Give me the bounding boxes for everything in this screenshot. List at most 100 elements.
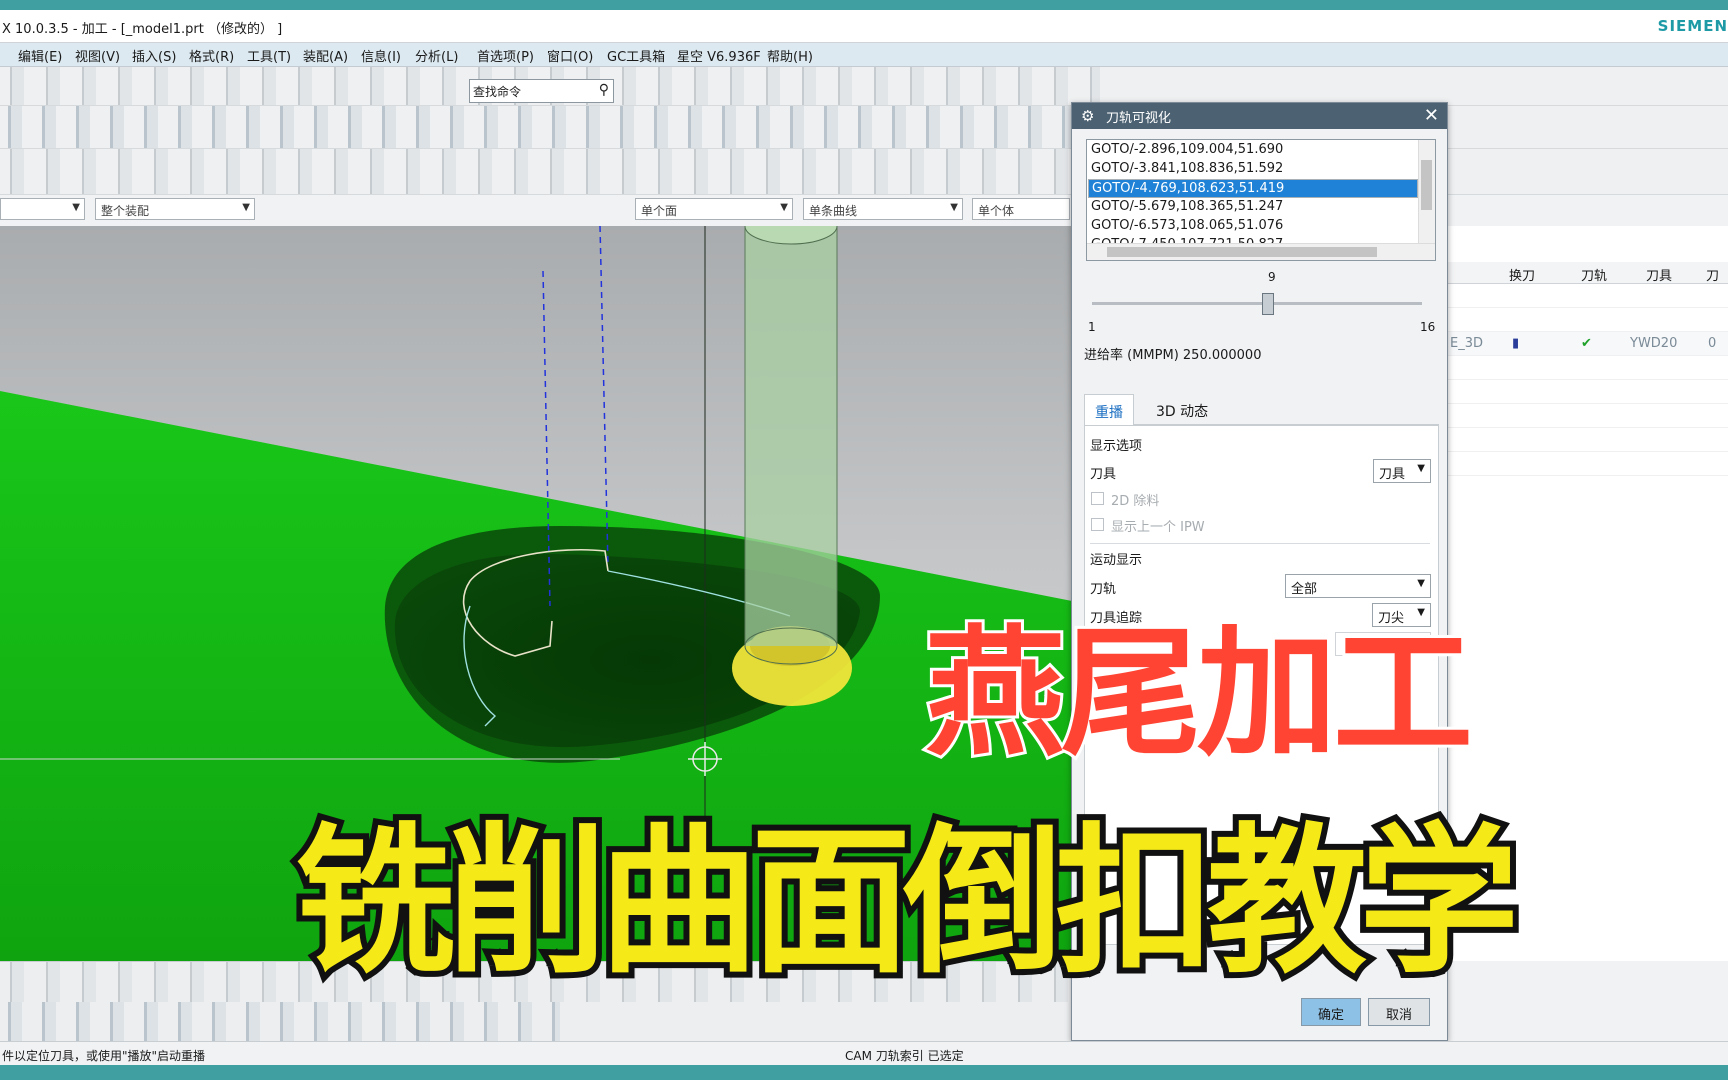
col-extra[interactable]: 刀 [1706, 265, 1719, 284]
table-row[interactable]: E_3D ▮ ✔ YWD20 0 [1448, 332, 1728, 356]
tool-display-dropdown[interactable]: 刀具 ▼ [1373, 459, 1431, 483]
status-message: CAM 刀轨索引 已选定 [845, 1049, 964, 1063]
menu-insert[interactable]: 插入(S) [132, 46, 176, 65]
operation-name: E_3D [1450, 336, 1483, 351]
toolbar-icons-row-3[interactable] [0, 149, 1100, 194]
tool-name: YWD20 [1630, 336, 1678, 351]
horizontal-scrollbar[interactable] [1087, 243, 1435, 260]
scroll-thumb[interactable] [1107, 247, 1377, 257]
toolbar-icons-row-5[interactable] [0, 1002, 560, 1042]
table-row[interactable] [1448, 380, 1728, 404]
2d-material-removal-checkbox[interactable] [1091, 492, 1104, 505]
chevron-down-icon: ▼ [1417, 463, 1425, 474]
overlay-title-yellow: 铣削曲面倒扣教学 [289, 808, 1525, 995]
tool-change-icon: ▮ [1512, 336, 1520, 351]
playback-slider[interactable] [1092, 293, 1422, 315]
dialog-title: 刀轨可视化 [1106, 111, 1172, 126]
close-icon[interactable]: ✕ [1424, 105, 1439, 126]
window-title: X 10.0.3.5 - 加工 - [_model1.prt （修改的） ] [2, 22, 283, 37]
dialog-tabs: 重播 3D 动态 [1084, 391, 1439, 425]
nx-cam-window: X 10.0.3.5 - 加工 - [_model1.prt （修改的） ] S… [0, 0, 1728, 1080]
command-finder-input[interactable]: 查找命令 ⚲ [469, 79, 614, 103]
menu-window[interactable]: 窗口(O) [547, 46, 593, 65]
menu-bar: 编辑(E) 视图(V) 插入(S) 格式(R) 工具(T) 装配(A) 信息(I… [0, 43, 1728, 67]
slider-min-label: 1 [1088, 320, 1096, 334]
type-filter-dropdown[interactable]: ▼ [0, 198, 85, 220]
selection-bar: ▼ 整个装配 ▼ 单个面 ▼ 单条曲线 ▼ 单个体 [0, 195, 1070, 223]
slider-thumb[interactable] [1261, 293, 1274, 315]
list-item[interactable]: GOTO/-7.450,107.721,50.827 [1088, 236, 1418, 243]
menu-analysis[interactable]: 分析(L) [415, 46, 458, 65]
list-item[interactable]: GOTO/-3.841,108.836,51.592 [1088, 160, 1418, 179]
siemens-logo: SIEMEN [1657, 17, 1728, 35]
search-icon[interactable]: ⚲ [599, 82, 609, 98]
status-bar: 件以定位刀具，或使用"播放"启动重播 CAM 刀轨索引 已选定 [0, 1041, 1728, 1065]
bottom-accent-stripe [0, 1065, 1728, 1080]
menu-help[interactable]: 帮助(H) [767, 46, 813, 65]
toolbar-geometry [0, 149, 1728, 195]
list-item[interactable]: GOTO/-5.679,108.365,51.247 [1088, 198, 1418, 217]
curve-rule-dropdown[interactable]: 单条曲线 ▼ [803, 198, 963, 220]
cutter-body [745, 226, 837, 646]
toolbar-standard [0, 67, 1728, 106]
table-row[interactable] [1448, 308, 1728, 332]
table-row[interactable] [1448, 452, 1728, 476]
goto-listbox[interactable]: GOTO/-2.896,109.004,51.690 GOTO/-3.841,1… [1086, 139, 1436, 261]
tab-replay[interactable]: 重播 [1084, 394, 1134, 425]
menu-preferences[interactable]: 首选项(P) [477, 46, 534, 65]
menu-view[interactable]: 视图(V) [75, 46, 120, 65]
curve-rule-value: 单条曲线 [809, 204, 858, 218]
body-rule-value: 单个体 [978, 204, 1015, 218]
body-rule-dropdown[interactable]: 单个体 [972, 198, 1070, 220]
table-row[interactable] [1448, 284, 1728, 308]
table-row[interactable] [1448, 356, 1728, 380]
chevron-down-icon: ▼ [950, 202, 958, 213]
dialog-title-bar: ⚙ 刀轨可视化 ✕ [1072, 103, 1447, 129]
assembly-filter-value: 整个装配 [101, 204, 150, 218]
toolbar-cam [0, 106, 1728, 149]
menu-gc-toolkit[interactable]: GC工具箱 [607, 46, 665, 65]
menu-tools[interactable]: 工具(T) [247, 46, 291, 65]
menu-xingkong[interactable]: 星空 V6.936F [677, 46, 761, 65]
motion-display-heading: 运动显示 [1090, 553, 1143, 568]
show-previous-ipw-label: 显示上一个 IPW [1111, 520, 1205, 535]
table-row[interactable] [1448, 428, 1728, 452]
scroll-thumb[interactable] [1421, 160, 1432, 210]
tool-display-label: 刀具 [1090, 467, 1117, 482]
path-display-dropdown[interactable]: 全部 ▼ [1285, 574, 1431, 598]
toolbar-icons-row-2[interactable] [0, 106, 1100, 148]
tool-display-value: 刀具 [1379, 467, 1406, 482]
menu-format[interactable]: 格式(R) [189, 46, 234, 65]
vertical-scrollbar[interactable] [1418, 140, 1435, 244]
face-rule-dropdown[interactable]: 单个面 ▼ [635, 198, 793, 220]
chevron-down-icon: ▼ [780, 202, 788, 213]
tool-count: 0 [1708, 336, 1717, 351]
menu-edit[interactable]: 编辑(E) [18, 46, 62, 65]
table-row[interactable] [1448, 404, 1728, 428]
feed-rate-text: 进给率 (MMPM) 250.000000 [1084, 348, 1262, 363]
face-rule-value: 单个面 [641, 204, 678, 218]
chevron-down-icon: ▼ [1417, 578, 1425, 589]
col-path[interactable]: 刀轨 [1581, 265, 1607, 284]
menu-info[interactable]: 信息(I) [361, 46, 401, 65]
path-display-value: 全部 [1291, 582, 1318, 597]
col-tool[interactable]: 刀具 [1646, 265, 1672, 284]
divider [1090, 543, 1430, 544]
list-item[interactable]: GOTO/-6.573,108.065,51.076 [1088, 217, 1418, 236]
chevron-down-icon: ▼ [242, 202, 250, 213]
slider-max-label: 16 [1420, 320, 1436, 334]
display-options-heading: 显示选项 [1090, 439, 1143, 454]
menu-assembly[interactable]: 装配(A) [303, 46, 348, 65]
cancel-button[interactable]: 取消 [1368, 998, 1430, 1026]
ok-button[interactable]: 确定 [1301, 998, 1361, 1026]
assembly-filter-dropdown[interactable]: 整个装配 ▼ [95, 198, 255, 220]
slider-track[interactable] [1092, 302, 1422, 305]
list-item[interactable]: GOTO/-2.896,109.004,51.690 [1088, 141, 1418, 160]
show-previous-ipw-checkbox[interactable] [1091, 518, 1104, 531]
gear-icon: ⚙ [1081, 107, 1095, 125]
list-item-selected[interactable]: GOTO/-4.769,108.623,51.419 [1088, 179, 1418, 198]
chevron-down-icon: ▼ [72, 202, 80, 213]
path-display-label: 刀轨 [1090, 582, 1117, 597]
col-tool-change[interactable]: 换刀 [1509, 265, 1535, 284]
tab-3d-dynamic[interactable]: 3D 动态 [1146, 394, 1218, 425]
